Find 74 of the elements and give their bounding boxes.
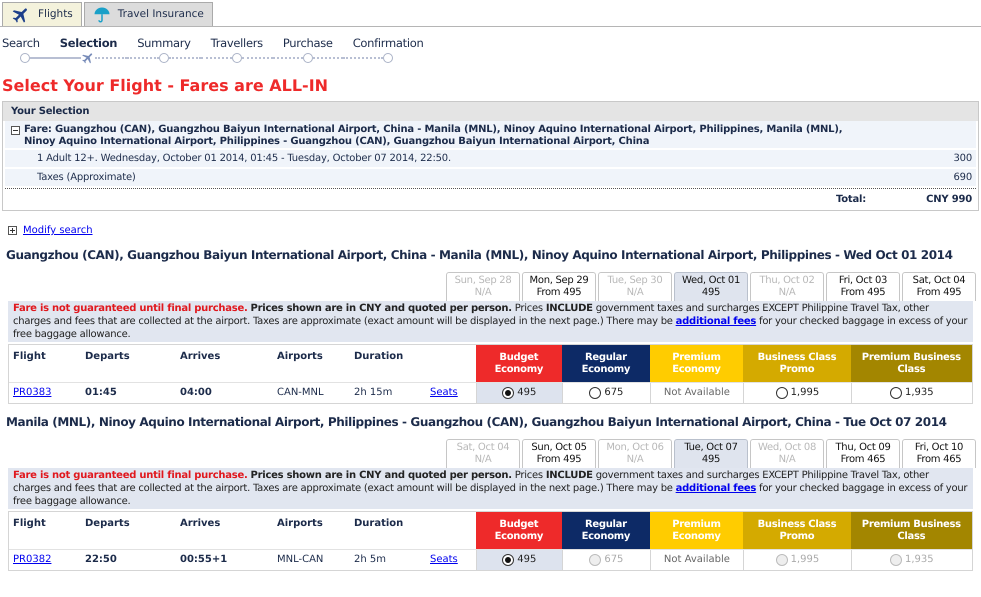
modify-search-link[interactable]: Modify search bbox=[23, 224, 93, 237]
column-header: Departs bbox=[85, 518, 131, 531]
radio-button[interactable] bbox=[776, 387, 788, 399]
line-amount: 300 bbox=[954, 152, 972, 165]
progress-step[interactable]: Confirmation bbox=[342, 37, 434, 50]
line-label: 1 Adult 12+. Wednesday, October 01 2014, 01:45 - Tuesday, October 07 2014, 22:50. bbox=[37, 152, 451, 165]
progress-step[interactable]: Selection bbox=[50, 37, 128, 50]
date-tab[interactable]: Mon, Sep 29 From 495 bbox=[522, 272, 596, 301]
duration-text: 2h 5m bbox=[354, 554, 387, 566]
total-label: Total: bbox=[836, 193, 866, 206]
line-amount: 690 bbox=[954, 171, 972, 184]
fare-class-header: Budget Economy bbox=[476, 345, 562, 382]
line-label: Taxes (Approximate) bbox=[37, 171, 136, 184]
progress-step[interactable]: Travellers bbox=[200, 37, 273, 50]
column-header: Departs bbox=[85, 351, 131, 364]
page-title: Select Your Flight - Fares are ALL-IN bbox=[1, 76, 330, 96]
progress-step[interactable]: Search bbox=[0, 37, 50, 50]
airports-text: CAN-MNL bbox=[277, 387, 325, 399]
seats-link[interactable]: Seats bbox=[430, 387, 458, 399]
additional-fees-link[interactable]: additional fees bbox=[676, 316, 756, 327]
radio-button[interactable] bbox=[502, 554, 514, 566]
column-header: Arrives bbox=[180, 351, 222, 364]
fare-class-header: Regular Economy bbox=[562, 512, 650, 549]
fare-class-header: Regular Economy bbox=[562, 345, 650, 382]
date-tab[interactable]: Wed, Oct 01 495 bbox=[674, 272, 748, 301]
fare-option[interactable]: 495 bbox=[476, 383, 562, 403]
total-amount: CNY 990 bbox=[926, 193, 972, 206]
departure-time: 22:50 bbox=[85, 554, 118, 566]
column-header: Flight bbox=[12, 518, 47, 531]
progress-step[interactable]: Purchase bbox=[272, 37, 343, 50]
date-tab[interactable]: Tue, Oct 07 495 bbox=[674, 439, 748, 468]
leg-heading: Guangzhou (CAN), Guangzhou Baiyun International Airport, China - Manila (MNL), Ninoy Aquino International Airport, Philippines - Wed Oct 01 2014 bbox=[5, 248, 954, 263]
duration-text: 2h 15m bbox=[354, 387, 394, 399]
radio-button[interactable] bbox=[890, 387, 902, 399]
column-header: Arrives bbox=[180, 518, 222, 531]
collapse-toggle[interactable] bbox=[11, 126, 20, 135]
top-tab[interactable]: Flights bbox=[2, 2, 82, 26]
fare-option[interactable]: 495 bbox=[476, 550, 562, 570]
column-header: Airports bbox=[277, 351, 324, 364]
airports-text: MNL-CAN bbox=[277, 554, 324, 566]
umbrella-icon bbox=[92, 6, 111, 24]
fare-class-header: Business Class Promo bbox=[743, 512, 851, 549]
fare-class-header: Budget Economy bbox=[476, 512, 562, 549]
fare-notice: Fare is not guaranteed until final purchase. Prices shown are in CNY and quoted per person. Prices INCLUDE government taxes and surcharges EXCEPT Philippine Travel Tax, other charges and fees that are collected at the airport. Taxes are approximate (exact amount will be displayed in the next page.) There may be additional fees for your checked baggage in excess of your free baggage allowance. bbox=[13, 469, 968, 508]
progress-step[interactable]: Summary bbox=[127, 37, 201, 50]
radio-button[interactable] bbox=[589, 387, 602, 399]
flight-number-link[interactable]: PR0383 bbox=[9, 387, 85, 399]
seats-link[interactable]: Seats bbox=[430, 554, 458, 566]
fare-class-header: Premium Economy bbox=[650, 345, 744, 382]
arrival-time: 04:00 bbox=[180, 387, 213, 399]
fare-class-header: Business Class Promo bbox=[743, 345, 851, 382]
radio-button[interactable] bbox=[502, 387, 514, 399]
date-tab[interactable]: Thu, Oct 09 From 465 bbox=[826, 439, 900, 468]
column-header: Duration bbox=[354, 518, 404, 531]
column-header: Flight bbox=[12, 351, 47, 364]
arrival-time: 00:55+1 bbox=[180, 554, 228, 566]
date-tab[interactable]: Fri, Oct 10 From 465 bbox=[902, 439, 976, 468]
date-tab[interactable]: Sun, Oct 05 From 495 bbox=[522, 439, 596, 468]
fare-class-header: Premium Business Class bbox=[850, 512, 972, 549]
expand-toggle[interactable] bbox=[8, 226, 17, 235]
fare-class-header: Premium Economy bbox=[650, 512, 744, 549]
fare-description: Fare: Guangzhou (CAN), Guangzhou Baiyun International Airport, China - Manila (MNL), Ninoy Aquino International Airport, Philippines, Manila (MNL), Ninoy Aquino International Airport, Philippines - Guangzhou (CAN), Guangzhou Baiyun International Airport, China bbox=[24, 124, 844, 148]
section-header: Your Selection bbox=[3, 102, 978, 121]
date-tab[interactable]: Fri, Oct 03 From 495 bbox=[826, 272, 900, 301]
fare-notice: Fare is not guaranteed until final purchase. Prices shown are in CNY and quoted per person. Prices INCLUDE government taxes and surcharges EXCEPT Philippine Travel Tax, other charges and fees that are collected at the airport. Taxes are approximate (exact amount will be displayed in the next page.) There may be additional fees for your checked baggage in excess of your free baggage allowance. bbox=[13, 302, 968, 341]
leg-heading: Manila (MNL), Ninoy Aquino International Airport, Philippines - Guangzhou (CAN), Guangzhou Baiyun International Airport, China - Tue Oct 07 2014 bbox=[5, 415, 948, 430]
departure-time: 01:45 bbox=[85, 387, 118, 399]
top-tab[interactable]: Travel Insurance bbox=[84, 2, 213, 26]
column-header: Duration bbox=[354, 351, 404, 364]
column-header: Airports bbox=[277, 518, 324, 531]
date-tab[interactable]: Sat, Oct 04 From 495 bbox=[902, 272, 976, 301]
additional-fees-link[interactable]: additional fees bbox=[676, 483, 756, 494]
flight-number-link[interactable]: PR0382 bbox=[9, 554, 85, 566]
fare-class-header: Premium Business Class bbox=[850, 345, 972, 382]
